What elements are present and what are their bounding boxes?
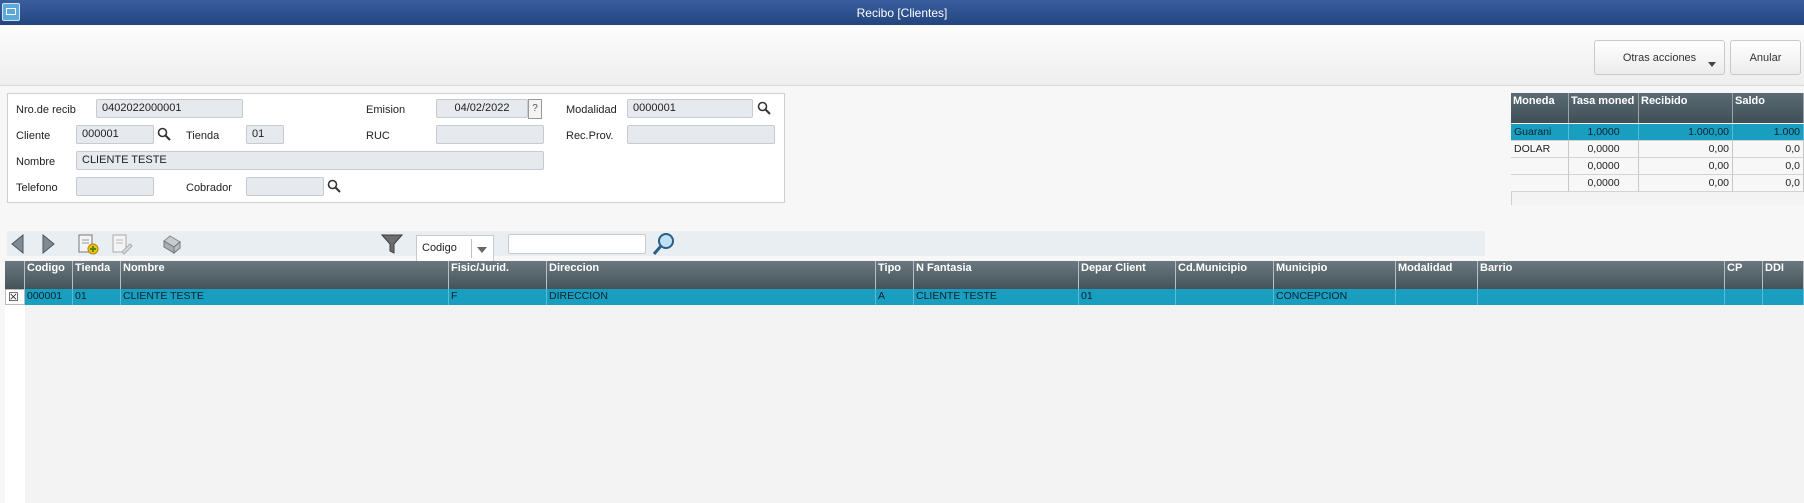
grid-header-cell[interactable]: N Fantasia (914, 261, 1079, 289)
title-bar: Recibo [Clientes] (0, 0, 1804, 25)
grid-header-cell[interactable]: Direccion (547, 261, 876, 289)
grid-header-cell[interactable]: DDI (1763, 261, 1804, 289)
name-label: Nombre (16, 156, 56, 168)
currency-cell[interactable]: 0,0000 (1569, 141, 1639, 158)
grid-header-cell[interactable]: CP (1725, 261, 1763, 289)
other-actions-label: Otras acciones (1622, 52, 1697, 64)
grid-cell[interactable] (1176, 289, 1274, 305)
row-select-checkbox[interactable]: ☒ (5, 289, 25, 305)
checkbox-checked-icon: ☒ (8, 290, 19, 304)
supplier-receipt-field[interactable] (627, 125, 775, 144)
issue-date-field[interactable]: 04/02/2022 (436, 99, 528, 118)
grid-cell[interactable]: 000001 (25, 289, 73, 305)
magnifier-search-icon[interactable] (652, 232, 676, 256)
chevron-down-icon (477, 247, 487, 253)
store-label: Tienda (186, 130, 220, 142)
currency-cell[interactable]: 0,0 (1733, 175, 1804, 192)
grid-cell[interactable]: 01 (73, 289, 121, 305)
currency-header-cell[interactable]: Recibido (1639, 93, 1733, 123)
name-field[interactable]: CLIENTE TESTE (76, 151, 544, 170)
navigation-toolbar (7, 231, 1485, 256)
grid-header-cell[interactable]: Depar Client (1079, 261, 1176, 289)
chevron-down-icon (1708, 62, 1716, 67)
grid-header-cell[interactable]: Modalidad (1396, 261, 1478, 289)
grid-cell[interactable] (1725, 289, 1763, 305)
phone-field[interactable] (76, 177, 154, 196)
previous-arrow-icon[interactable] (6, 232, 30, 256)
phone-label: Telefono (16, 182, 58, 194)
grid-row-gutter (5, 305, 25, 503)
filter-icon[interactable] (380, 232, 404, 256)
search-field-select[interactable]: Codigo (416, 235, 494, 262)
customer-field[interactable]: 000001 (76, 125, 154, 144)
currency-cell[interactable]: 0,0000 (1569, 175, 1639, 192)
collector-label: Cobrador (186, 182, 232, 194)
currency-cell[interactable]: DOLAR (1511, 141, 1569, 158)
currency-header-cell[interactable]: Tasa moned (1569, 93, 1639, 123)
date-help-button[interactable]: ? (528, 99, 542, 119)
grid-header-cell[interactable]: Barrio (1478, 261, 1725, 289)
print-icon[interactable] (160, 232, 184, 256)
grid-cell[interactable]: A (876, 289, 914, 305)
next-arrow-icon[interactable] (36, 232, 60, 256)
add-document-icon[interactable] (76, 232, 100, 256)
currency-header-cell[interactable]: Moneda (1511, 93, 1569, 123)
currency-cell[interactable] (1511, 175, 1569, 192)
grid-cell[interactable]: CLIENTE TESTE (121, 289, 449, 305)
grid-cell[interactable]: F (449, 289, 547, 305)
other-actions-button[interactable]: Otras acciones (1594, 40, 1725, 75)
currency-cell[interactable]: 1.000 (1733, 124, 1804, 141)
receipt-number-field[interactable]: 0402022000001 (96, 99, 243, 118)
grid-cell[interactable]: 01 (1079, 289, 1176, 305)
store-field[interactable]: 01 (246, 125, 284, 144)
currency-cell[interactable]: Guarani (1511, 124, 1569, 141)
ruc-field[interactable] (436, 125, 544, 144)
currency-cell[interactable]: 1.000,00 (1639, 124, 1733, 141)
search-icon[interactable] (757, 101, 771, 115)
currency-cell[interactable]: 0,0 (1733, 141, 1804, 158)
currency-cell[interactable]: 0,00 (1639, 175, 1733, 192)
grid-empty-area (25, 305, 1804, 503)
customer-label: Cliente (16, 130, 51, 142)
grid-header-cell[interactable]: Tipo (876, 261, 914, 289)
grid-header-cell[interactable]: Cd.Municipio (1176, 261, 1274, 289)
grid-cell[interactable] (1396, 289, 1478, 305)
grid-cell[interactable] (1478, 289, 1725, 305)
grid-header-cell[interactable]: Codigo (25, 261, 73, 289)
modality-field[interactable]: 0000001 (627, 99, 753, 118)
ruc-label: RUC (366, 130, 390, 142)
grid-header-cell[interactable]: Nombre (121, 261, 449, 289)
currency-cell[interactable] (1511, 158, 1569, 175)
modality-label: Modalidad (566, 104, 617, 116)
grid-cell[interactable] (1763, 289, 1804, 305)
collector-search-icon[interactable] (327, 179, 341, 193)
grid-header-cell[interactable]: Fisic/Jurid. (449, 261, 547, 289)
grid-header-cell[interactable]: Tienda (73, 261, 121, 289)
grid-corner (5, 261, 25, 289)
edit-document-icon[interactable] (110, 232, 134, 256)
currency-cell[interactable]: 0,0000 (1569, 158, 1639, 175)
window-title: Recibo [Clientes] (856, 6, 948, 20)
receipt-number-label: Nro.de recib (16, 104, 76, 116)
currency-cell[interactable]: 0,00 (1639, 141, 1733, 158)
collector-field[interactable] (246, 177, 324, 196)
select-divider (471, 239, 472, 258)
search-field-selected: Codigo (422, 242, 457, 254)
action-toolbar (0, 25, 1804, 86)
grid-cell[interactable]: DIRECCION (547, 289, 876, 305)
search-input[interactable] (508, 234, 646, 254)
currency-header-cell[interactable]: Saldo (1733, 93, 1804, 123)
currency-cell[interactable]: 0,00 (1639, 158, 1733, 175)
customer-search-icon[interactable] (157, 127, 171, 141)
currency-cell[interactable]: 1,0000 (1569, 124, 1639, 141)
grid-header-cell[interactable]: Municipio (1274, 261, 1396, 289)
currency-cell[interactable]: 0,0 (1733, 158, 1804, 175)
supplier-receipt-label: Rec.Prov. (566, 130, 614, 142)
issue-date-label: Emision (366, 104, 406, 116)
grid-cell[interactable]: CLIENTE TESTE (914, 289, 1079, 305)
cancel-button[interactable]: Anular (1730, 40, 1801, 75)
grid-cell[interactable]: CONCEPCION (1274, 289, 1396, 305)
